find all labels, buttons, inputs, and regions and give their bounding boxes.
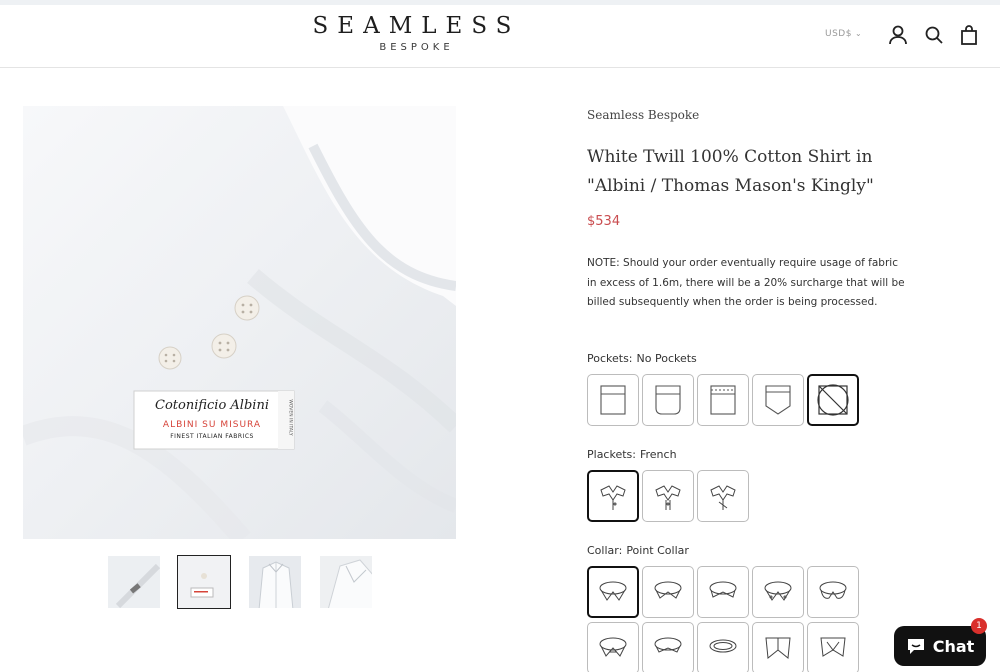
- placket-option-3[interactable]: [697, 470, 749, 522]
- collar-value: Point Collar: [626, 544, 689, 557]
- product-price: $534: [587, 214, 621, 229]
- thumbnail-3[interactable]: [248, 555, 302, 609]
- collar-point-icon: [599, 581, 627, 601]
- product-main-image[interactable]: Cotonificio Albini ALBINI SU MISURA FINE…: [23, 106, 456, 539]
- logo-subtitle[interactable]: BESPOKE: [0, 42, 833, 53]
- fabric-surcharge-note: NOTE: Should your order eventually requi…: [587, 257, 905, 308]
- thumbnail-1[interactable]: [107, 555, 161, 609]
- collar-club-icon: [819, 581, 847, 599]
- search-icon[interactable]: [923, 24, 945, 46]
- currency-value: USD$: [825, 29, 852, 39]
- placket-standard-icon: [655, 485, 681, 510]
- collar-buttondown-icon: [764, 581, 792, 601]
- logo-wordmark[interactable]: SEAMLESS: [0, 13, 833, 39]
- collar-option-point[interactable]: [587, 566, 639, 618]
- fabric-label-line: ALBINI SU MISURA: [162, 420, 262, 430]
- collar-option-2[interactable]: [642, 566, 694, 618]
- plackets-label: Plackets:: [587, 448, 636, 461]
- fabric-label-brand: Cotonificio Albini: [155, 398, 269, 413]
- pocket-rounded-icon: [655, 385, 681, 415]
- placket-hidden-icon: [710, 485, 736, 510]
- fabric-label-fine: FINEST ITALIAN FABRICS: [170, 433, 254, 440]
- collar-option-6[interactable]: [587, 622, 639, 672]
- pocket-flap-icon: [710, 385, 736, 415]
- plackets-option-label: Plackets: French: [587, 448, 677, 461]
- collar-cutaway-icon: [709, 581, 737, 598]
- collar-option-8[interactable]: [697, 622, 749, 672]
- product-title: White Twill 100% Cotton Shirt in "Albini…: [587, 147, 874, 196]
- collar-option-3[interactable]: [697, 566, 749, 618]
- fabric-photo: [23, 106, 456, 539]
- collar-wingtip-icon: [765, 637, 791, 659]
- placket-option-french[interactable]: [587, 470, 639, 522]
- chat-bubble-icon: [907, 639, 924, 654]
- chat-label: Chat: [932, 636, 975, 656]
- currency-selector[interactable]: USD$ ⌄: [825, 29, 862, 39]
- chat-notification-badge: 1: [971, 618, 987, 634]
- pockets-label: Pockets:: [587, 352, 633, 365]
- chevron-down-icon: ⌄: [854, 29, 863, 38]
- account-icon[interactable]: [887, 24, 909, 46]
- thumbnail-2[interactable]: [177, 555, 231, 609]
- collar-tab-icon: [599, 637, 627, 657]
- pocket-option-1[interactable]: [587, 374, 639, 426]
- plackets-value: French: [639, 448, 677, 461]
- collar-option-4[interactable]: [752, 566, 804, 618]
- pocket-pointed-icon: [765, 385, 791, 415]
- pocket-option-4[interactable]: [752, 374, 804, 426]
- collar-wide-icon: [654, 637, 682, 653]
- collar-option-7[interactable]: [642, 622, 694, 672]
- thumbnail-4[interactable]: [319, 555, 373, 609]
- pocket-option-none[interactable]: [807, 374, 859, 426]
- product-vendor[interactable]: Seamless Bespoke: [587, 108, 699, 122]
- collar-option-9[interactable]: [752, 622, 804, 672]
- collar-label: Collar:: [587, 544, 623, 557]
- pockets-value: No Pockets: [636, 352, 697, 365]
- cart-icon[interactable]: [958, 24, 980, 46]
- fabric-label-side: WOVEN IN ITALY: [287, 399, 293, 436]
- pocket-option-3[interactable]: [697, 374, 749, 426]
- thumbnail-strip: [107, 555, 377, 611]
- collar-band-icon: [709, 639, 737, 653]
- collar-option-10[interactable]: [807, 622, 859, 672]
- collar-option-label: Collar: Point Collar: [587, 544, 689, 557]
- collar-spread-icon: [654, 581, 682, 599]
- pockets-option-label: Pockets: No Pockets: [587, 352, 697, 365]
- pocket-square-icon: [600, 385, 626, 415]
- chat-button[interactable]: Chat: [894, 626, 986, 666]
- site-header: SEAMLESS BESPOKE USD$ ⌄: [0, 5, 1000, 68]
- no-pocket-icon: [817, 384, 849, 416]
- placket-option-2[interactable]: [642, 470, 694, 522]
- placket-french-icon: [600, 485, 626, 510]
- collar-option-5[interactable]: [807, 566, 859, 618]
- pocket-option-2[interactable]: [642, 374, 694, 426]
- collar-mandarin-icon: [820, 637, 846, 657]
